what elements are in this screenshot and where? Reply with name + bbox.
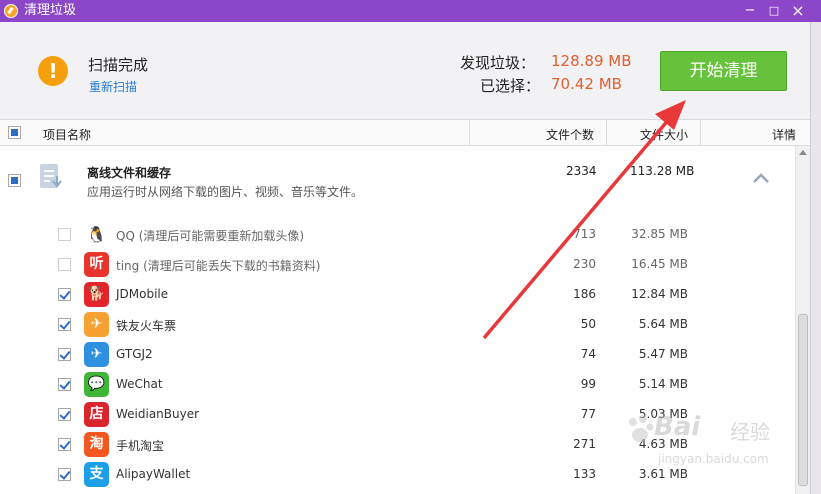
item-file-size: 12.84 MB	[631, 287, 688, 301]
rescan-link[interactable]: 重新扫描	[89, 78, 137, 95]
scan-summary-panel: ! 扫描完成 重新扫描 发现垃圾： 128.89 MB 已选择： 70.42 M…	[0, 22, 810, 120]
item-name: GTGJ2	[116, 347, 153, 361]
item-file-count: 230	[573, 257, 596, 271]
column-detail[interactable]: 详情	[772, 126, 796, 143]
scan-status: 扫描完成	[88, 56, 149, 74]
item-name: QQ (清理后可能需要重新加载头像)	[116, 229, 305, 243]
warning-icon: !	[38, 56, 68, 86]
list-item[interactable]: 💬 WeChat 99 5.14 MB	[0, 370, 795, 400]
item-file-size: 32.85 MB	[631, 227, 688, 241]
column-name[interactable]: 项目名称	[43, 126, 91, 143]
item-checkbox[interactable]	[58, 258, 71, 271]
ting-icon: 听	[84, 252, 109, 277]
title-bar: 清理垃圾 − □ ×	[0, 0, 821, 22]
item-name: ting (清理后可能丢失下载的书籍资料)	[116, 259, 321, 273]
baidu-watermark: Bai 经验 jingyan.baidu.com	[620, 412, 790, 482]
train-ticket-icon: ✈	[84, 312, 109, 337]
list-item[interactable]: 听 ting (清理后可能丢失下载的书籍资料) 230 16.45 MB	[0, 250, 795, 280]
minimize-button[interactable]: −	[742, 3, 758, 19]
item-name: AlipayWallet	[116, 467, 191, 481]
weidian-icon: 店	[84, 402, 109, 427]
scroll-up-icon[interactable]	[799, 150, 807, 155]
item-checkbox[interactable]	[58, 468, 71, 481]
item-file-size: 16.45 MB	[631, 257, 688, 271]
alipay-icon: 支	[84, 462, 109, 487]
item-name: WeChat	[116, 377, 163, 391]
column-divider	[469, 120, 470, 146]
found-junk-value: 128.89 MB	[551, 52, 632, 70]
item-file-count: 186	[573, 287, 596, 301]
item-name: JDMobile	[116, 287, 169, 301]
item-name: WeidianBuyer	[116, 407, 200, 421]
column-count[interactable]: 文件个数	[546, 126, 594, 143]
item-name: 铁友火车票	[116, 319, 177, 333]
group-description: 应用运行时从网络下载的图片、视频、音乐等文件。	[87, 185, 364, 199]
item-checkbox[interactable]	[58, 228, 71, 241]
found-junk-label: 发现垃圾：	[460, 54, 536, 72]
group-file-count: 2334	[566, 164, 597, 178]
qq-icon: 🐧	[84, 222, 109, 247]
group-checkbox[interactable]	[8, 174, 21, 187]
item-file-count: 133	[573, 467, 596, 481]
item-name: 手机淘宝	[116, 439, 165, 453]
window-title: 清理垃圾	[24, 3, 77, 18]
item-file-count: 50	[580, 317, 596, 331]
close-button[interactable]: ×	[790, 3, 806, 19]
taobao-icon: 淘	[84, 432, 109, 457]
column-divider	[700, 120, 701, 146]
item-checkbox[interactable]	[58, 348, 71, 361]
item-file-size: 5.64 MB	[638, 317, 688, 331]
item-file-size: 5.47 MB	[638, 347, 688, 361]
column-divider	[606, 120, 607, 146]
item-file-count: 74	[580, 347, 596, 361]
jd-icon: 🐕	[84, 282, 109, 307]
item-checkbox[interactable]	[58, 288, 71, 301]
item-file-count: 99	[580, 377, 596, 391]
item-file-count: 713	[573, 227, 596, 241]
item-file-count: 271	[573, 437, 596, 451]
item-checkbox[interactable]	[58, 408, 71, 421]
group-title: 离线文件和缓存	[87, 166, 172, 180]
column-header: 项目名称 文件个数 文件大小 详情	[0, 120, 810, 146]
cache-files-icon	[40, 164, 64, 192]
collapse-chevron-up-icon[interactable]	[751, 170, 771, 186]
select-all-checkbox[interactable]	[8, 126, 21, 139]
item-checkbox[interactable]	[58, 318, 71, 331]
paw-icon	[629, 415, 654, 442]
gtgj-icon: ✈	[84, 342, 109, 367]
item-file-size: 5.14 MB	[638, 377, 688, 391]
wechat-icon: 💬	[84, 372, 109, 397]
selected-value: 70.42 MB	[551, 75, 622, 93]
watermark-brand: Bai	[654, 412, 701, 442]
item-checkbox[interactable]	[58, 378, 71, 391]
window-edge	[810, 22, 821, 494]
watermark-jingyan: 经验	[730, 420, 770, 444]
app-logo-icon	[4, 4, 18, 18]
item-checkbox[interactable]	[58, 438, 71, 451]
column-size[interactable]: 文件大小	[640, 126, 688, 143]
selected-label: 已选择：	[480, 77, 541, 95]
list-item[interactable]: 🐕 JDMobile 186 12.84 MB	[0, 280, 795, 310]
list-item[interactable]: ✈ GTGJ2 74 5.47 MB	[0, 340, 795, 370]
start-clean-button[interactable]: 开始清理	[660, 51, 787, 91]
watermark-url: jingyan.baidu.com	[658, 452, 769, 466]
list-item[interactable]: ✈ 铁友火车票 50 5.64 MB	[0, 310, 795, 340]
list-item[interactable]: 🐧 QQ (清理后可能需要重新加载头像) 713 32.85 MB	[0, 220, 795, 250]
item-file-count: 77	[580, 407, 596, 421]
maximize-button[interactable]: □	[766, 3, 782, 19]
vertical-scrollbar[interactable]	[795, 146, 810, 494]
scrollbar-thumb[interactable]	[798, 314, 808, 486]
group-file-size: 113.28 MB	[630, 164, 695, 178]
